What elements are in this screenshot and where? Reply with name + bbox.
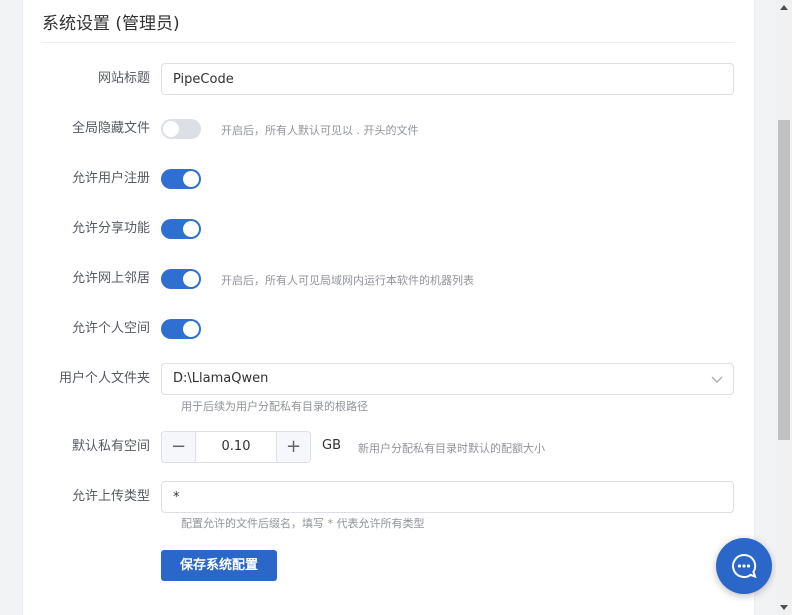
global-hide-hint: 开启后，所有人默认可见以 . 开头的文件 xyxy=(221,124,419,137)
page-title: 系统设置 (管理员) xyxy=(42,14,180,34)
user-folder-label: 用户个人文件夹 xyxy=(58,371,150,386)
scroll-down-arrow-icon[interactable] xyxy=(780,605,788,610)
switch-knob xyxy=(183,271,199,287)
upload-types-hint: 配置允许的文件后缀名，填写 * 代表允许所有类型 xyxy=(181,517,425,530)
switch-knob xyxy=(183,171,199,187)
switch-knob xyxy=(183,221,199,237)
upload-types-input[interactable] xyxy=(161,481,734,513)
scroll-thumb[interactable] xyxy=(778,120,790,440)
private-space-value[interactable]: 0.10 xyxy=(196,432,276,462)
page-scrollbar[interactable] xyxy=(776,0,792,615)
allow-register-label: 允许用户注册 xyxy=(71,171,150,186)
allow-share-label: 允许分享功能 xyxy=(71,221,150,236)
user-folder-value: D:\LlamaQwen xyxy=(173,371,269,386)
private-space-label: 默认私有空间 xyxy=(71,439,150,454)
user-folder-hint: 用于后续为用户分配私有目录的根路径 xyxy=(181,400,368,413)
allow-share-switch[interactable] xyxy=(161,219,201,239)
upload-types-label: 允许上传类型 xyxy=(71,489,150,504)
global-hide-switch[interactable] xyxy=(161,119,201,139)
allow-register-switch[interactable] xyxy=(161,169,201,189)
chat-bubble-icon xyxy=(732,553,757,579)
user-folder-select[interactable]: D:\LlamaQwen xyxy=(161,363,734,395)
scroll-up-arrow-icon[interactable] xyxy=(780,5,788,10)
global-hide-label: 全局隐藏文件 xyxy=(71,121,150,136)
increment-button[interactable]: + xyxy=(276,432,310,462)
title-divider xyxy=(41,42,735,43)
private-space-unit: GB xyxy=(322,438,341,453)
private-space-stepper: − 0.10 + xyxy=(161,431,311,463)
allow-personal-switch[interactable] xyxy=(161,319,201,339)
allow-neighbor-hint: 开启后，所有人可见局域网内运行本软件的机器列表 xyxy=(221,274,474,287)
allow-neighbor-switch[interactable] xyxy=(161,269,201,289)
decrement-button[interactable]: − xyxy=(162,432,196,462)
switch-knob xyxy=(163,121,179,137)
chevron-down-icon xyxy=(711,376,723,383)
site-title-input[interactable] xyxy=(161,63,734,95)
private-space-hint: 新用户分配私有目录时默认的配额大小 xyxy=(358,442,545,455)
site-title-label: 网站标题 xyxy=(97,71,150,86)
allow-neighbor-label: 允许网上邻居 xyxy=(71,271,150,286)
switch-knob xyxy=(183,321,199,337)
allow-personal-label: 允许个人空间 xyxy=(71,321,150,336)
save-config-button[interactable]: 保存系统配置 xyxy=(161,550,277,581)
chat-button[interactable] xyxy=(716,538,772,594)
